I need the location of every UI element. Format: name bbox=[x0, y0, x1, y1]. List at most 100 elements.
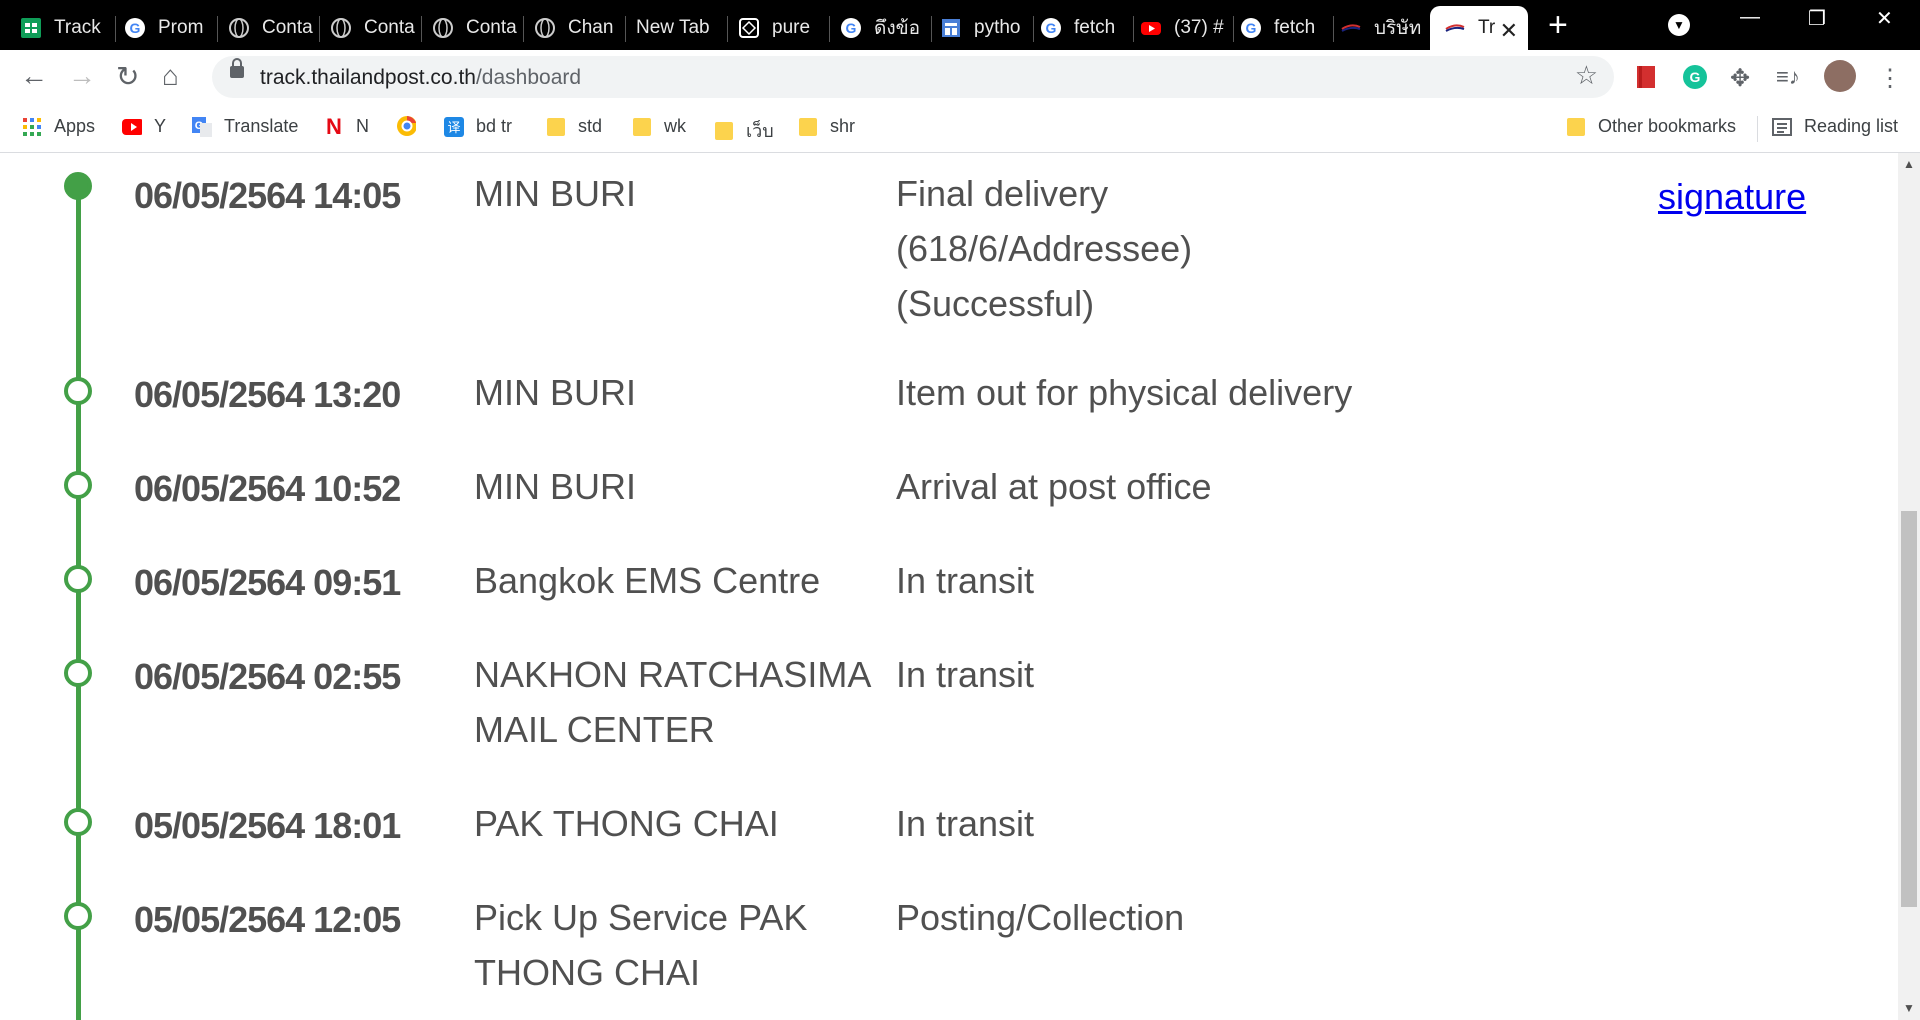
bookmark-star-icon[interactable]: ☆ bbox=[1575, 60, 1598, 91]
bookmark-youtube[interactable]: Y bbox=[122, 116, 166, 137]
tab[interactable]: Conta bbox=[330, 6, 422, 50]
avatar[interactable] bbox=[1824, 60, 1856, 92]
bookmark-bd-tr[interactable]: 译 bd tr bbox=[444, 116, 512, 137]
bookmark-folder-web[interactable]: เว็บ bbox=[714, 116, 774, 145]
tab-strip: Track G Prom Conta Conta Conta Chan New … bbox=[0, 0, 1920, 50]
tab[interactable]: Conta bbox=[432, 6, 524, 50]
reading-list-button[interactable]: Reading list bbox=[1772, 116, 1898, 137]
bookmark-folder-wk[interactable]: wk bbox=[632, 116, 686, 137]
google-icon: G bbox=[1240, 17, 1262, 39]
scroll-up-arrow[interactable]: ▲ bbox=[1903, 157, 1915, 171]
minimize-icon[interactable]: — bbox=[1740, 6, 1760, 29]
globe-icon bbox=[534, 17, 556, 39]
tab[interactable]: G ดึงข้อ bbox=[840, 6, 932, 50]
grammarly-icon[interactable]: G bbox=[1682, 64, 1708, 90]
event-datetime: 06/05/2564 13:20 bbox=[134, 374, 401, 415]
sheets-icon bbox=[20, 17, 42, 39]
timeline-dot-current bbox=[64, 172, 92, 200]
forward-button[interactable]: → bbox=[68, 60, 96, 92]
tab[interactable]: (37) # bbox=[1140, 6, 1234, 50]
chrome-web-store-icon bbox=[396, 116, 416, 136]
signature-link[interactable]: signature bbox=[1658, 176, 1806, 218]
youtube-icon bbox=[122, 117, 142, 137]
translate-icon: G bbox=[192, 116, 212, 137]
tab-search-button[interactable]: ▼ bbox=[1668, 14, 1690, 36]
bookmark-folder-std[interactable]: std bbox=[546, 116, 602, 137]
event-datetime: 06/05/2564 02:55 bbox=[134, 656, 401, 697]
timeline-dot bbox=[64, 659, 92, 687]
new-tab-button[interactable]: + bbox=[1548, 8, 1568, 42]
timeline-dot bbox=[64, 377, 92, 405]
back-button[interactable]: ← bbox=[20, 60, 48, 92]
bookmark-translate[interactable]: G Translate bbox=[192, 116, 298, 137]
scroll-down-arrow[interactable]: ▼ bbox=[1903, 1001, 1915, 1015]
event-datetime: 05/05/2564 12:05 bbox=[134, 899, 401, 940]
reload-button[interactable]: ↻ bbox=[116, 60, 139, 93]
bookmark-netflix[interactable]: N N bbox=[324, 113, 369, 139]
event-datetime: 05/05/2564 18:01 bbox=[134, 805, 401, 846]
tab[interactable]: G fetch bbox=[1040, 6, 1134, 50]
tab[interactable]: G fetch bbox=[1240, 6, 1334, 50]
translator-icon: 译 bbox=[444, 116, 464, 137]
bookmark-folder-shr[interactable]: shr bbox=[798, 116, 855, 137]
event-status: Posting/Collection bbox=[896, 897, 1185, 938]
event-location: MIN BURI bbox=[474, 372, 636, 413]
tab[interactable]: บริษัท bbox=[1340, 6, 1432, 50]
tab[interactable]: pytho bbox=[940, 6, 1034, 50]
youtube-icon bbox=[1140, 17, 1162, 39]
folder-icon bbox=[798, 117, 818, 137]
folder-icon bbox=[714, 121, 734, 141]
bookmarks-bar: Apps Y G Translate N N 译 bd tr std wk เว… bbox=[0, 106, 1920, 153]
address-bar[interactable]: track.thailandpost.co.th/dashboard ☆ bbox=[212, 56, 1614, 98]
event-location: PAK THONG CHAI bbox=[474, 803, 779, 844]
tab[interactable]: Chan bbox=[534, 6, 626, 50]
home-button[interactable]: ⌂ bbox=[162, 60, 179, 92]
browser-toolbar: ← → ↻ ⌂ track.thailandpost.co.th/dashboa… bbox=[0, 50, 1920, 106]
svg-text:G: G bbox=[130, 20, 141, 36]
timeline-dot bbox=[64, 471, 92, 499]
tab-active[interactable]: Tr ✕ bbox=[1430, 6, 1528, 50]
extensions-puzzle-icon[interactable]: ✥ bbox=[1730, 64, 1756, 92]
event-status: Item out for physical delivery bbox=[896, 372, 1353, 413]
page-scrollbar[interactable]: ▲ ▼ bbox=[1898, 153, 1920, 1020]
folder-icon bbox=[632, 117, 652, 137]
event-status: Arrival at post office bbox=[896, 466, 1212, 507]
restore-icon[interactable]: ❐ bbox=[1808, 6, 1826, 31]
netflix-icon: N bbox=[326, 113, 342, 139]
close-icon[interactable]: ✕ bbox=[1500, 18, 1518, 44]
tab[interactable]: Conta bbox=[228, 6, 320, 50]
event-status: In transit bbox=[896, 560, 1035, 601]
tab[interactable]: pure bbox=[738, 6, 830, 50]
scrollbar-thumb[interactable] bbox=[1901, 511, 1917, 907]
event-location: MIN BURI bbox=[474, 466, 636, 507]
thaipost-icon bbox=[1340, 17, 1362, 39]
svg-text:G: G bbox=[846, 20, 857, 36]
event-status: In transit bbox=[896, 654, 1035, 695]
event-status: Final delivery (618/6/Addressee) (Succes… bbox=[896, 173, 1193, 324]
event-location: MIN BURI bbox=[474, 173, 636, 214]
google-icon: G bbox=[1040, 17, 1062, 39]
bookmarks-divider bbox=[1757, 116, 1758, 142]
globe-icon bbox=[330, 17, 352, 39]
svg-text:G: G bbox=[1690, 69, 1701, 85]
reading-list-icon bbox=[1772, 117, 1792, 137]
extension-book-icon[interactable] bbox=[1634, 64, 1660, 90]
close-window-icon[interactable]: ✕ bbox=[1876, 6, 1893, 31]
event-status: In transit bbox=[896, 803, 1035, 844]
timeline-dot bbox=[64, 902, 92, 930]
folder-icon bbox=[1566, 117, 1586, 137]
media-control-icon[interactable]: ≡♪ bbox=[1776, 64, 1802, 90]
lock-icon[interactable] bbox=[230, 58, 244, 78]
event-location: Pick Up Service PAK THONG CHAI bbox=[474, 897, 808, 993]
menu-kebab-icon[interactable]: ⋮ bbox=[1878, 64, 1904, 92]
url-text: track.thailandpost.co.th/dashboard bbox=[260, 66, 582, 89]
bookmark-other[interactable]: Other bookmarks bbox=[1566, 116, 1736, 137]
tab[interactable]: Track bbox=[20, 6, 116, 50]
thaipost-icon bbox=[1444, 17, 1466, 39]
tab[interactable]: New Tab bbox=[636, 6, 728, 50]
bookmark-webstore[interactable] bbox=[396, 116, 428, 136]
bookmark-apps[interactable]: Apps bbox=[22, 116, 95, 137]
tab[interactable]: G Prom bbox=[124, 6, 218, 50]
google-icon: G bbox=[124, 17, 146, 39]
timeline-dot bbox=[64, 565, 92, 593]
